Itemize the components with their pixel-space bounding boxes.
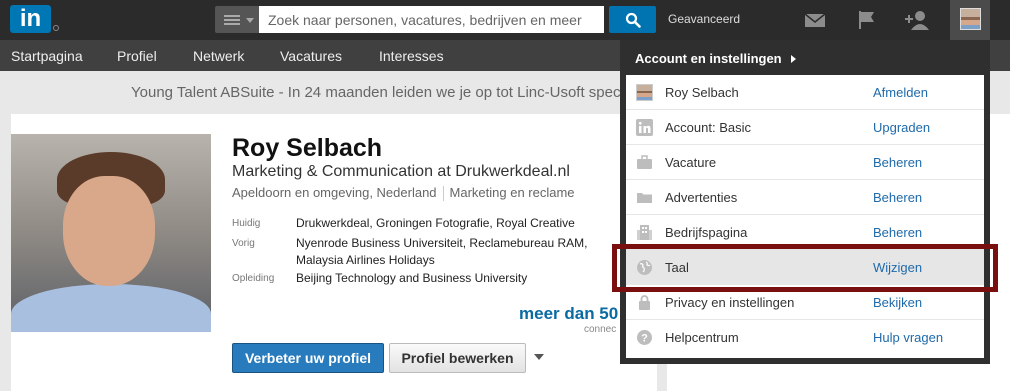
view-privacy-link[interactable]: Bekijken — [873, 295, 922, 310]
upgrade-link[interactable]: Upgraden — [873, 120, 930, 135]
photo-face — [63, 176, 155, 286]
registered-mark-icon — [53, 25, 59, 31]
avatar — [960, 8, 981, 30]
manage-jobs-link[interactable]: Beheren — [873, 155, 922, 170]
nav-item-profiel[interactable]: Profiel — [117, 48, 157, 64]
avatar — [636, 84, 653, 101]
divider — [442, 186, 444, 202]
profile-card: Roy Selbach Marketing & Communication at… — [11, 114, 657, 391]
account-menu-toggle[interactable] — [950, 0, 990, 40]
detail-value-previous[interactable]: Nyenrode Business Universiteit, Reclameb… — [296, 236, 587, 250]
highlight-frame — [612, 244, 998, 292]
help-icon: ? — [637, 330, 652, 345]
add-connection-icon[interactable] — [904, 8, 930, 32]
linkedin-icon — [636, 119, 653, 136]
connections-count[interactable]: meer dan 50 — [519, 304, 618, 324]
menu-icon — [224, 15, 240, 25]
nav-item-vacatures[interactable]: Vacatures — [280, 48, 342, 64]
search-category-menu-button[interactable] — [215, 6, 259, 33]
briefcase-icon — [637, 155, 652, 169]
profile-location-row: Apeldoorn en omgeving, Nederland Marketin… — [232, 185, 575, 202]
dropdown-item-label[interactable]: Privacy en instellingen — [665, 295, 794, 310]
connections-label: connec — [584, 324, 617, 335]
account-settings-dropdown: Account en instellingen Roy Selbach Afme… — [620, 40, 990, 364]
nav-item-interesses[interactable]: Interesses — [379, 48, 444, 64]
dropdown-list: Roy Selbach Afmelden Account: Basic Upgr… — [626, 75, 984, 358]
nav-item-netwerk[interactable]: Netwerk — [193, 48, 244, 64]
detail-label-education: Opleiding — [232, 273, 275, 284]
dropdown-item-label[interactable]: Helpcentrum — [665, 330, 739, 345]
detail-value-education[interactable]: Beijing Technology and Business Universi… — [296, 271, 527, 285]
dropdown-item-label[interactable]: Account: Basic — [665, 120, 751, 135]
profile-photo[interactable] — [11, 134, 211, 332]
search-input[interactable] — [259, 6, 604, 33]
manage-ads-link[interactable]: Beheren — [873, 190, 922, 205]
profile-name: Roy Selbach — [232, 134, 383, 162]
detail-label-current: Huidig — [232, 218, 261, 229]
signout-link[interactable]: Afmelden — [873, 85, 928, 100]
lock-icon — [639, 295, 650, 310]
manage-company-page-link[interactable]: Beheren — [873, 225, 922, 240]
top-bar: in Geavanceerd — [0, 0, 1010, 40]
dropdown-title[interactable]: Account en instellingen — [635, 51, 782, 66]
chevron-right-icon — [791, 55, 796, 63]
dropdown-item-user[interactable]: Roy Selbach Afmelden — [626, 75, 984, 110]
search-icon — [625, 12, 641, 28]
dropdown-item-account[interactable]: Account: Basic Upgraden — [626, 110, 984, 145]
dropdown-item-label[interactable]: Roy Selbach — [665, 85, 739, 100]
dropdown-item-label[interactable]: Advertenties — [665, 190, 737, 205]
ask-help-link[interactable]: Hulp vragen — [873, 330, 943, 345]
flag-icon[interactable] — [854, 8, 880, 32]
detail-label-previous: Vorig — [232, 238, 255, 249]
advanced-search-link[interactable]: Geavanceerd — [668, 12, 740, 26]
detail-value-previous-cont[interactable]: Malaysia Airlines Holidays — [296, 253, 435, 267]
edit-profile-button[interactable]: Profiel bewerken — [389, 343, 526, 373]
sponsored-banner-link[interactable]: Young Talent ABSuite - In 24 maanden lei… — [131, 84, 646, 101]
dropdown-item-help[interactable]: ? Helpcentrum Hulp vragen — [626, 320, 984, 355]
chevron-down-icon — [246, 18, 254, 23]
profile-location[interactable]: Apeldoorn en omgeving, Nederland — [232, 185, 437, 200]
dropdown-item-jobs[interactable]: Vacature Beheren — [626, 145, 984, 180]
dropdown-item-label[interactable]: Bedrijfspagina — [665, 225, 747, 240]
search-button[interactable] — [609, 6, 656, 33]
building-icon — [637, 225, 652, 240]
nav-item-startpagina[interactable]: Startpagina — [11, 48, 83, 64]
folder-icon — [637, 193, 652, 203]
improve-profile-button[interactable]: Verbeter uw profiel — [232, 343, 384, 373]
svg-text:?: ? — [641, 333, 648, 345]
profile-industry[interactable]: Marketing en reclame — [450, 185, 575, 200]
messages-icon[interactable] — [802, 8, 828, 32]
profile-headline: Marketing & Communication at Drukwerkdea… — [232, 163, 570, 180]
logo-text: in — [10, 5, 51, 33]
photo-shirt — [11, 284, 211, 332]
dropdown-item-ads[interactable]: Advertenties Beheren — [626, 180, 984, 215]
detail-value-current[interactable]: Drukwerkdeal, Groningen Fotografie, Roya… — [296, 216, 575, 230]
dropdown-item-label[interactable]: Vacature — [665, 155, 716, 170]
chevron-down-icon[interactable] — [534, 354, 544, 360]
linkedin-logo[interactable]: in — [10, 5, 59, 35]
